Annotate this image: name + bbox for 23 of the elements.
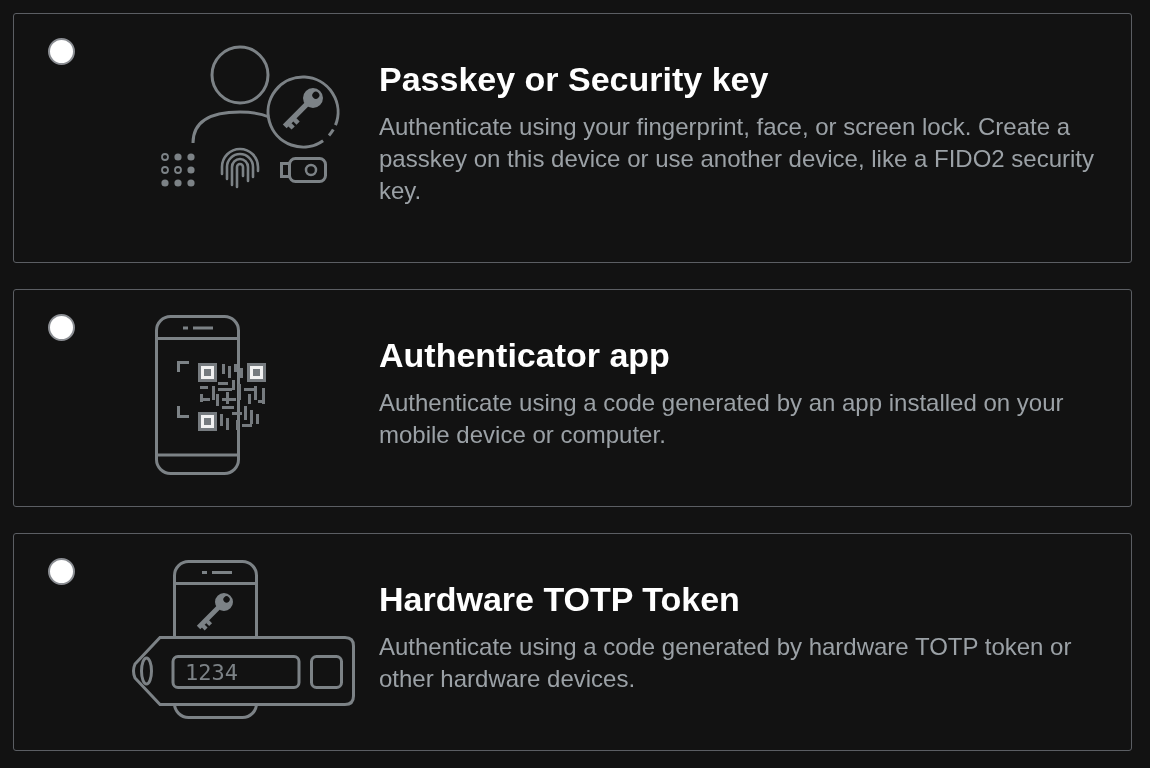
user-icon (191, 45, 270, 144)
radio-button[interactable] (48, 314, 75, 341)
scan-frame-icon (177, 361, 189, 418)
fingerprint-icon (220, 147, 260, 189)
option-title: Hardware TOTP Token (379, 579, 741, 619)
option-description: Authenticate using your fingerprint, face, or screen lock. Create a passkey on this device or use another device, like a FIDO2 security key. (379, 112, 1095, 206)
option-card[interactable]: Authenticator app Authenticate using a code generated by an app installed on your mobile device or computer. (13, 289, 1132, 507)
hardware-token-icon (132, 636, 355, 706)
token-code: 1234 (185, 660, 238, 685)
key-icon (266, 75, 340, 149)
usb-key-icon (280, 157, 327, 183)
qr-code-icon (198, 363, 266, 431)
radio-button[interactable] (48, 558, 75, 585)
option-card[interactable]: 1234 Hardware TOTP Token Authenticate using a code generated by hardware TOTP token or other hardware devices. (13, 533, 1132, 751)
option-description: Authenticate using a code generated by an app installed on your mobile device or computer. (379, 388, 1065, 450)
smartphone-icon (155, 315, 240, 475)
radio-button[interactable] (48, 38, 75, 65)
option-title: Authenticator app (379, 335, 671, 375)
option-title: Passkey or Security key (379, 59, 770, 99)
option-card[interactable]: Passkey or Security key Authenticate using your fingerprint, face, or screen lock. Create a passkey on this device or use another device, like a FIDO2 security key. (13, 13, 1132, 263)
key-icon (196, 593, 233, 631)
option-description: Authenticate using a code generated by hardware TOTP token or other hardware devices. (379, 632, 1073, 694)
keypad-icon (161, 153, 195, 187)
